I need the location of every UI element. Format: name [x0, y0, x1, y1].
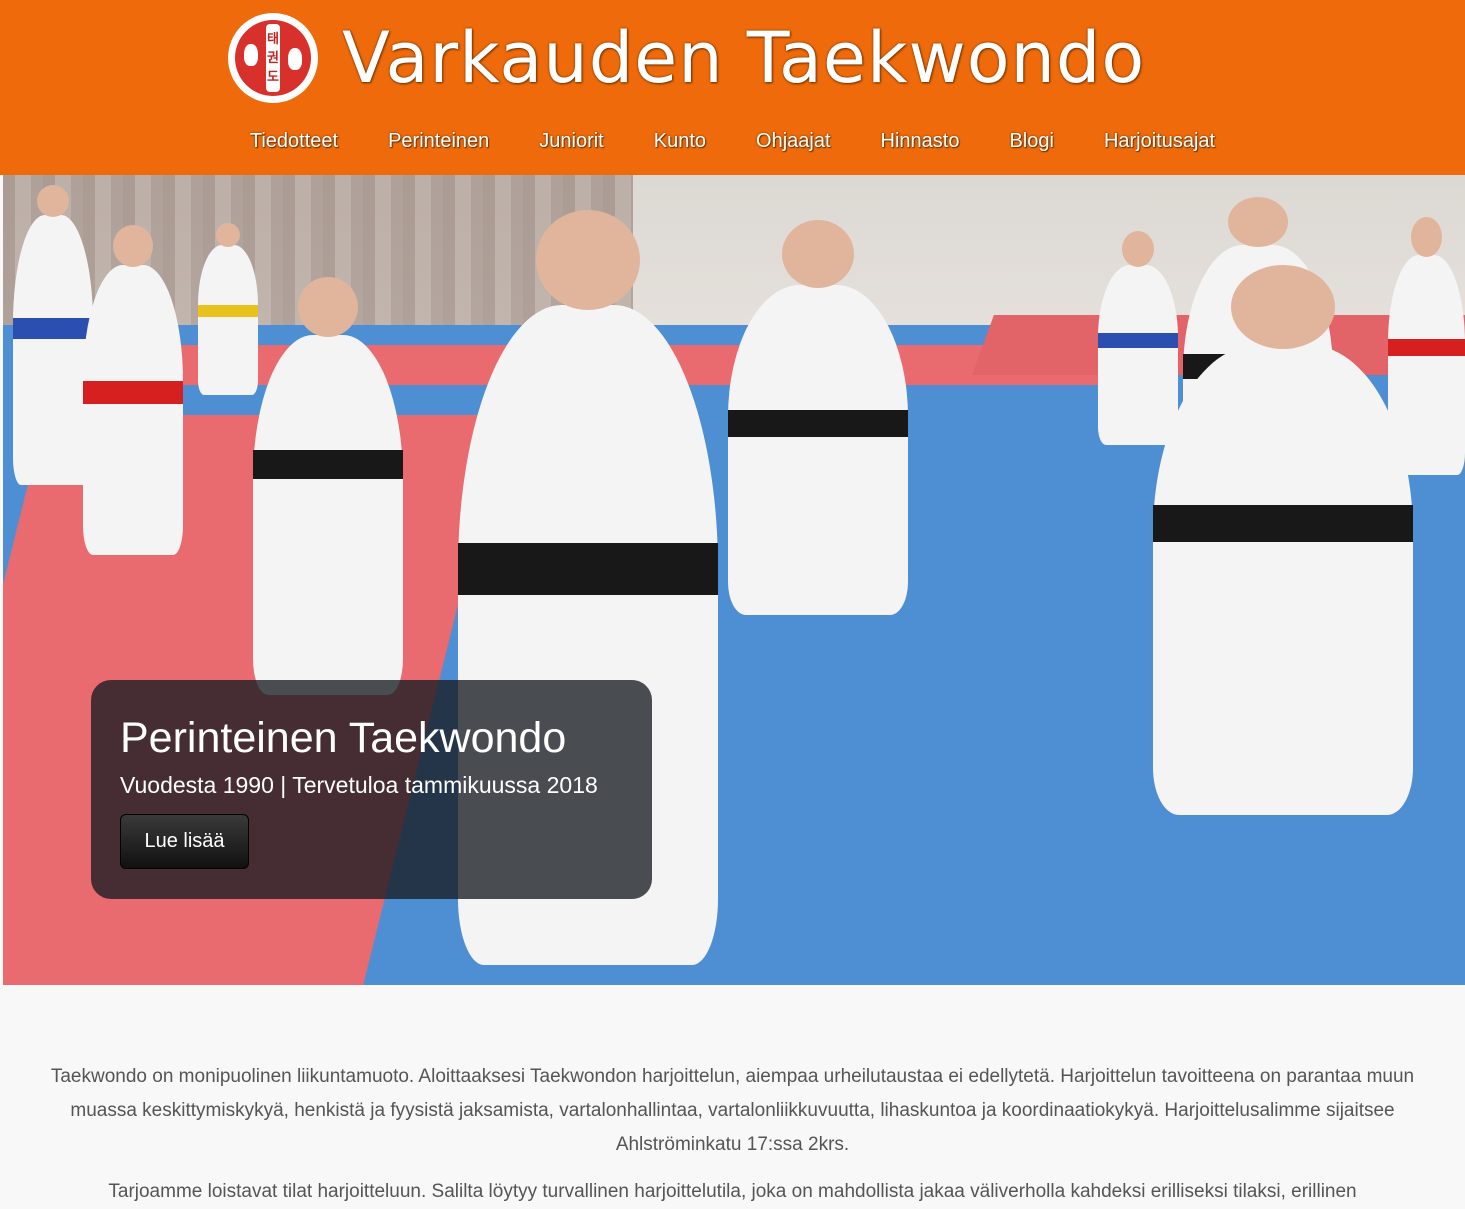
hero-subtitle: Vuodesta 1990 | Tervetuloa tammikuussa 2…: [120, 772, 598, 798]
nav-item-harjoitusajat[interactable]: Harjoitusajat: [1079, 124, 1240, 164]
intro-paragraph-2: Tarjoamme loistavat tilat harjoitteluun.…: [108, 1181, 1357, 1202]
hero-photo-figure: [253, 277, 403, 695]
nav-item-perinteinen[interactable]: Perinteinen: [363, 124, 514, 164]
main-nav: Tiedotteet Perinteinen Juniorit Kunto Oh…: [0, 124, 1465, 164]
hero-photo-figure: [728, 220, 908, 615]
brand[interactable]: 태 권 도 Varkauden Taekwondo: [228, 12, 1145, 104]
hero-caption: Perinteinen Taekwondo Vuodesta 1990 | Te…: [91, 680, 652, 899]
hero-photo-figure: [1388, 217, 1465, 475]
logo-emblem: 태 권 도: [235, 20, 311, 96]
nav-item-juniorit[interactable]: Juniorit: [514, 124, 628, 164]
hero-title: Perinteinen Taekwondo: [120, 714, 567, 762]
logo-char-2: 권: [267, 51, 279, 66]
hero-photo-figure: [1098, 231, 1178, 445]
nav-item-ohjaajat[interactable]: Ohjaajat: [731, 124, 856, 164]
hero-photo-figure: [1153, 265, 1413, 815]
nav-item-tiedotteet[interactable]: Tiedotteet: [225, 124, 363, 164]
intro-paragraph-1: Taekwondo on monipuolinen liikuntamuoto.…: [50, 1066, 1415, 1155]
hero-photo-figure: [83, 225, 183, 555]
hero-photo-figure: [198, 223, 258, 395]
read-more-button[interactable]: Lue lisää: [120, 814, 249, 869]
logo-char-3: 도: [267, 70, 279, 85]
nav-item-hinnasto[interactable]: Hinnasto: [856, 124, 985, 164]
intro-content: Taekwondo on monipuolinen liikuntamuoto.…: [0, 1060, 1465, 1209]
site-header: 태 권 도 Varkauden Taekwondo Tiedotteet Per…: [0, 0, 1465, 175]
logo-handprint-right: [288, 48, 302, 70]
taekwondo-logo-icon[interactable]: 태 권 도: [228, 13, 318, 103]
nav-item-blogi[interactable]: Blogi: [984, 124, 1078, 164]
logo-handprint-left: [244, 44, 258, 66]
hero-photo-figure: [13, 185, 93, 485]
site-title[interactable]: Varkauden Taekwondo: [342, 17, 1145, 99]
nav-item-kunto[interactable]: Kunto: [629, 124, 731, 164]
logo-char-1: 태: [267, 32, 279, 47]
